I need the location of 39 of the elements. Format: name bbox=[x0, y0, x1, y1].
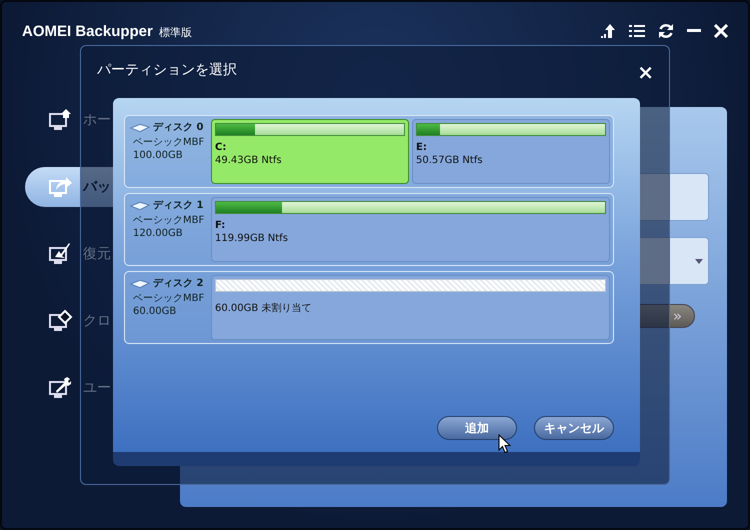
close-icon[interactable] bbox=[714, 24, 728, 38]
partition-info: 119.99GB Ntfs bbox=[215, 232, 289, 245]
sidebar-item[interactable]: ユー bbox=[25, 368, 155, 408]
drive-letter: F: bbox=[215, 219, 226, 232]
partition-info: 50.57GB Ntfs bbox=[416, 154, 484, 167]
app-title: AOMEI Backupper bbox=[22, 22, 153, 40]
refresh-icon[interactable] bbox=[658, 23, 674, 39]
disk-name: ディスク 1 bbox=[153, 199, 204, 212]
disk-size: 100.00GB bbox=[133, 149, 184, 162]
drive-letter: C: bbox=[215, 141, 228, 154]
partition-tile[interactable]: C: 49.43GB Ntfs bbox=[211, 119, 409, 184]
menu-icon[interactable] bbox=[629, 24, 645, 38]
partition-tile[interactable]: F: 119.99GB Ntfs bbox=[211, 197, 610, 262]
caret-icon bbox=[695, 259, 703, 264]
monitor-diamond-icon bbox=[47, 309, 73, 333]
partition-info: 49.43GB Ntfs bbox=[215, 154, 283, 167]
disk-size: 120.00GB bbox=[133, 227, 184, 240]
monitor-wrench-icon bbox=[47, 376, 73, 400]
upload-icon[interactable] bbox=[600, 23, 616, 39]
disk-name: ディスク 0 bbox=[153, 121, 204, 134]
monitor-house-icon bbox=[47, 108, 73, 132]
partition-info: 60.00GB 未割り当て bbox=[215, 302, 312, 315]
monitor-pen-icon bbox=[47, 242, 73, 266]
edition-label: 標準版 bbox=[158, 25, 192, 40]
disk-type: ベーシックMBF bbox=[133, 292, 206, 305]
dialog-button[interactable]: 追加 bbox=[437, 416, 517, 440]
partition-tile[interactable]: E: 50.57GB Ntfs bbox=[412, 119, 610, 184]
close-button[interactable]: × bbox=[637, 60, 654, 84]
disk-type: ベーシックMBF bbox=[133, 214, 206, 227]
dialog-title: パーティションを選択 bbox=[97, 61, 238, 79]
disk-type: ベーシックMBF bbox=[133, 136, 206, 149]
cursor-icon bbox=[498, 434, 511, 454]
dialog-button[interactable]: キャンセル bbox=[534, 416, 614, 440]
partition-tile[interactable]: 60.00GB 未割り当て bbox=[211, 275, 610, 340]
disk-size: 60.00GB bbox=[133, 305, 178, 318]
disk-name: ディスク 2 bbox=[153, 277, 204, 290]
minimize-icon[interactable] bbox=[687, 29, 701, 33]
drive-letter: E: bbox=[416, 141, 428, 154]
monitor-arrow-icon bbox=[47, 175, 73, 199]
